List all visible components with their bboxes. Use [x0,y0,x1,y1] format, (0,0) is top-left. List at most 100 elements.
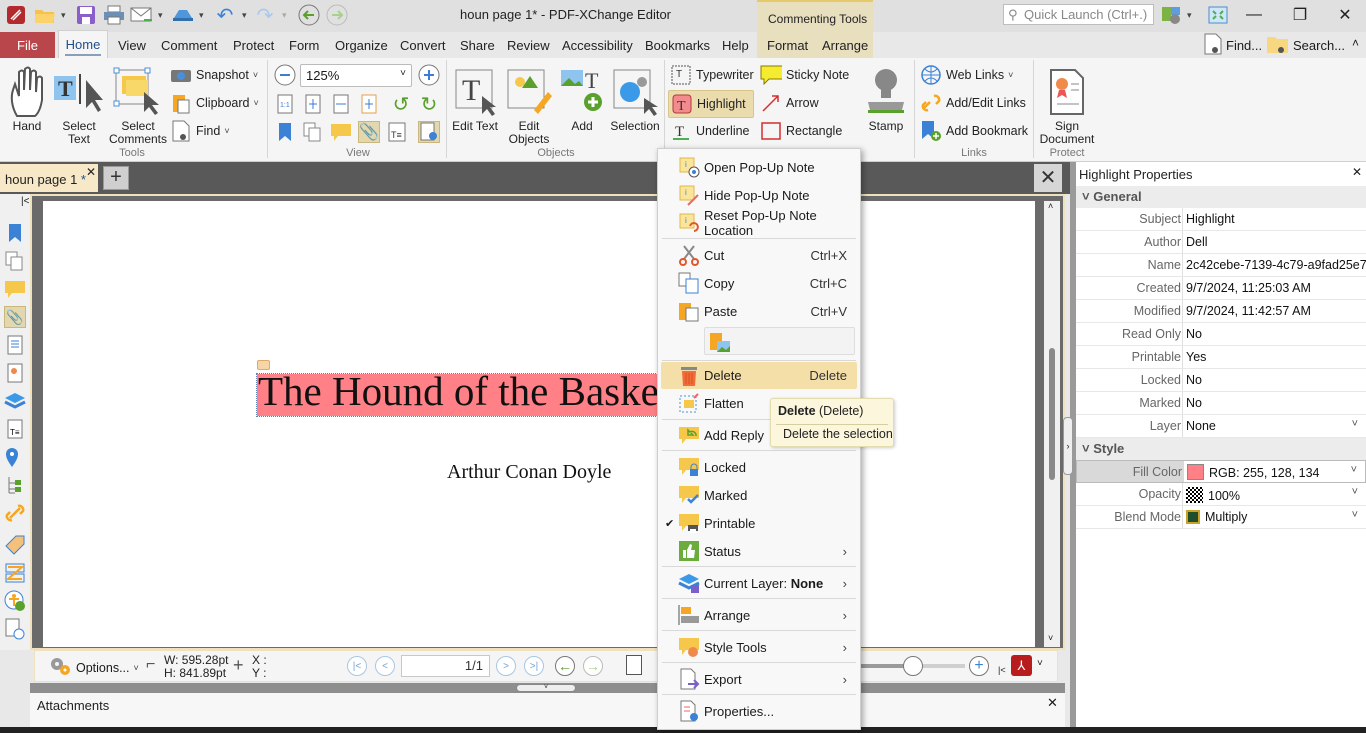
menu-item-hide-popup-note[interactable]: i Hide Pop-Up Note [661,182,857,208]
search-button[interactable]: Search... [1266,33,1345,58]
menu-item-printable[interactable]: ✔ Printable [661,510,857,536]
maximize-button[interactable]: ❐ [1280,4,1320,26]
edit-text-button[interactable]: T Edit Text [451,64,499,133]
scroll-up-icon[interactable]: ˄ [1048,201,1053,211]
tab-organize[interactable]: Organize [335,38,388,53]
menu-item-export[interactable]: Export › [661,666,857,692]
print-icon[interactable] [102,4,126,26]
rectangle-button[interactable]: Rectangle [760,119,842,143]
rotate-left-icon[interactable]: ↺ [390,93,412,116]
scan-dropdown-icon[interactable]: ▾ [199,4,204,26]
collapse-panel-handle[interactable]: › [1063,417,1073,475]
tab-share[interactable]: Share [460,38,495,53]
tab-review[interactable]: Review [507,38,550,53]
ui-options-icon[interactable] [1160,4,1184,26]
splitter-grip[interactable]: ˅ [516,684,576,692]
property-row-marked[interactable]: Marked No [1076,392,1366,415]
bookmarks-icon[interactable] [4,222,26,244]
select-comments-button[interactable]: Select Comments [107,64,169,146]
tab-comment[interactable]: Comment [161,38,217,53]
rotate-right-icon[interactable]: ↻ [418,93,440,116]
open-folder-icon[interactable] [33,4,57,26]
clipboard-button[interactable]: Clipboard ˅ [170,91,259,115]
property-row-subject[interactable]: Subject Highlight [1076,208,1366,231]
app-logo-icon[interactable] [4,4,28,26]
forward-view-button[interactable]: → [583,656,603,676]
property-row-name[interactable]: Name 2c42cebe-7139-4c79-a9fad25e71.. [1076,254,1366,277]
add-edit-links-button[interactable]: Add/Edit Links [920,91,1026,115]
sticky-note-button[interactable]: Sticky Note [760,63,849,87]
menu-item-style-tools[interactable]: Style Tools › [661,634,857,660]
accessibility-report-icon[interactable] [4,618,26,640]
back-view-button[interactable]: ← [555,656,575,676]
menu-item-delete[interactable]: Delete Delete [661,362,857,389]
first-page-button[interactable]: |< [347,656,367,676]
add-bookmark-button[interactable]: Add Bookmark [920,119,1028,143]
bookmarks-panel-icon[interactable] [274,121,296,143]
edit-objects-button[interactable]: Edit Objects [502,64,556,146]
general-section-header[interactable]: ˅ General [1076,186,1366,208]
property-row-created[interactable]: Created 9/7/2024, 11:25:03 AM [1076,277,1366,300]
property-row-opacity[interactable]: Opacity 100% ˅ [1076,483,1366,506]
close-properties-icon[interactable]: ✕ [1352,165,1362,179]
snapshot-button[interactable]: Snapshot ˅ [170,63,258,87]
find-button[interactable]: Find... [1203,33,1262,58]
zoom-out-button[interactable] [274,64,296,86]
add-button[interactable]: T Add [559,64,605,133]
select-text-button[interactable]: T Select Text [52,64,106,146]
property-row-read-only[interactable]: Read Only No [1076,323,1366,346]
page-number-input[interactable]: 1/1 [401,655,490,677]
scroll-down-icon[interactable]: ˅ [1048,633,1053,643]
undo-icon[interactable]: ↶ [214,4,236,27]
menu-item-copy[interactable]: Copy Ctrl+C [661,270,857,296]
scan-icon[interactable] [170,4,196,26]
web-links-button[interactable]: Web Links ˅ [920,63,1013,87]
stamp-button[interactable]: Stamp [864,64,908,133]
close-tab-icon[interactable]: ✕ [86,165,96,179]
fit-width-icon[interactable] [330,93,352,115]
redo-icon[interactable]: ↷ [254,4,276,27]
menu-item-current-layer[interactable]: Current Layer: None › [661,570,857,596]
tab-view[interactable]: View [118,38,146,53]
menu-item-status[interactable]: Status › [661,538,857,564]
quick-launch-input[interactable]: ⚲ Quick Launch (Ctrl+.) [1003,4,1154,25]
reading-order-icon[interactable] [4,562,26,584]
fullscreen-icon[interactable] [1207,4,1229,26]
layers-icon[interactable] [4,390,26,412]
menu-item-open-popup-note[interactable]: i Open Pop-Up Note [661,154,857,180]
menu-item-marked[interactable]: Marked [661,482,857,508]
zoom-level-select[interactable]: 125% ˅ [300,64,412,87]
property-row-printable[interactable]: Printable Yes [1076,346,1366,369]
menu-item-locked[interactable]: Locked [661,454,857,480]
zoom-slider-handle[interactable] [902,656,923,676]
close-window-button[interactable]: ✕ [1325,4,1365,26]
collapse-sidebar-icon[interactable]: |< [21,196,29,207]
tab-home[interactable]: Home [58,30,108,58]
style-section-header[interactable]: ˅ Style [1076,438,1366,460]
close-document-button[interactable]: ✕ [1034,164,1062,192]
typewriter-button[interactable]: T Typewriter [670,63,754,87]
single-page-view-icon[interactable] [626,655,642,675]
attachments-icon[interactable]: 📎 [4,306,26,328]
document-tab[interactable]: houn page 1 * ✕ [0,164,98,192]
fit-visible-icon[interactable] [358,93,380,115]
tab-protect[interactable]: Protect [233,38,274,53]
minimize-button[interactable]: — [1234,4,1274,26]
menu-item-paste[interactable]: Paste Ctrl+V [661,298,857,324]
forward-icon[interactable] [326,4,348,26]
menu-item-reset-popup-location[interactable]: i Reset Pop-Up Note Location [661,208,857,238]
content-icon[interactable] [4,334,26,356]
property-row-locked[interactable]: Locked No [1076,369,1366,392]
tab-file[interactable]: File [0,32,55,58]
structure-tree-icon[interactable] [4,474,26,496]
tab-help[interactable]: Help [722,38,749,53]
next-page-button[interactable]: > [496,656,516,676]
paste-image-button[interactable] [704,327,855,355]
actual-size-icon[interactable]: 1:1 [274,93,296,115]
email-dropdown-icon[interactable]: ▾ [158,4,163,26]
collapse-ribbon-icon[interactable]: ˄ [1352,36,1359,50]
sign-document-button[interactable]: Sign Document [1036,64,1098,146]
attachments-panel-icon[interactable]: 📎 [358,121,380,143]
tags-icon[interactable] [4,534,26,556]
destinations-icon[interactable] [4,446,26,468]
